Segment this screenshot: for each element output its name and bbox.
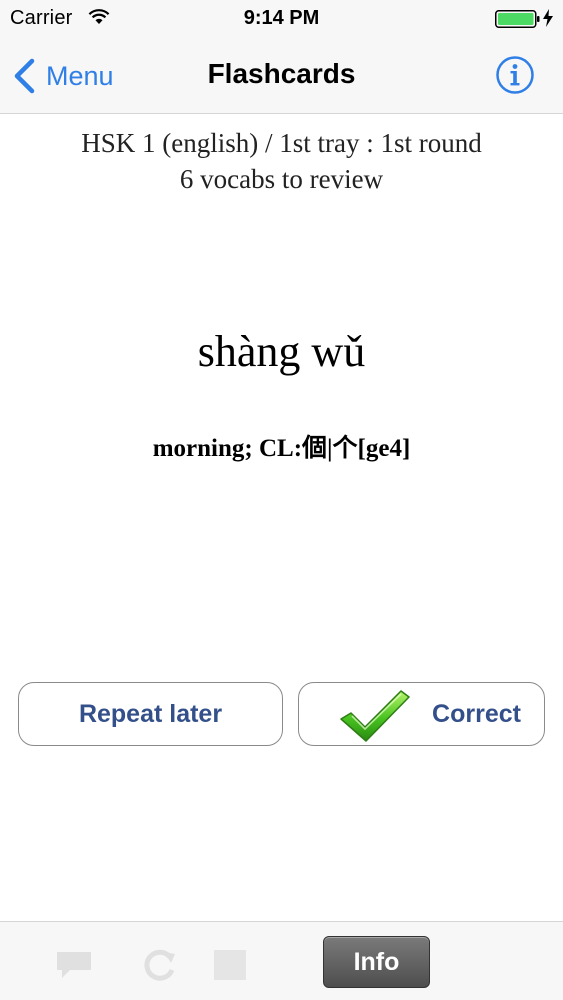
comment-icon[interactable] [54,948,94,980]
deck-progress-text: HSK 1 (english) / 1st tray : 1st round [81,128,482,158]
bottom-toolbar: Info [0,921,563,1000]
page-title: Flashcards [207,58,356,89]
checkmark-icon [340,690,410,742]
info-circle-icon[interactable] [495,55,535,95]
info-button-label: Info [353,947,400,976]
correct-label: Correct [432,699,521,728]
status-bar: Carrier 9:14 PM [0,0,563,38]
refresh-icon[interactable] [140,948,178,982]
status-time: 9:14 PM [243,7,320,29]
correct-button[interactable]: Correct [298,682,545,746]
repeat-later-button[interactable]: Repeat later [18,682,283,746]
navigation-bar: Menu Flashcards [0,38,563,114]
info-button[interactable]: Info [323,936,430,988]
flashcard-meaning: morning; CL:個|个[ge4] [152,435,411,462]
card-icon[interactable] [212,948,248,982]
battery-icon [495,10,540,28]
flashcard-pinyin: shàng wǔ [197,327,366,376]
repeat-later-label: Repeat later [78,699,223,728]
charging-bolt-icon [543,9,553,27]
review-count-text: 6 vocabs to review [179,164,384,194]
